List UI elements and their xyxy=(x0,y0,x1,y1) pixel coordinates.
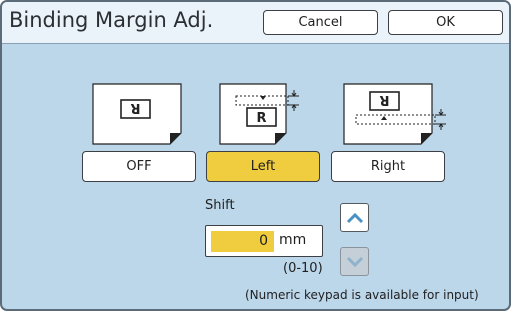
cancel-label: Cancel xyxy=(298,15,343,30)
mode-left-label: Left xyxy=(250,159,276,174)
shift-unit: mm xyxy=(279,232,307,248)
mode-right-label: Right xyxy=(370,159,406,174)
ok-button[interactable]: OK xyxy=(388,10,503,35)
shift-label: Shift xyxy=(205,198,235,213)
chevron-down-icon xyxy=(346,256,363,267)
shift-input[interactable]: 0 mm xyxy=(205,225,323,257)
increase-button[interactable] xyxy=(340,203,369,232)
ok-label: OK xyxy=(436,15,455,30)
paper-off-icon: R xyxy=(92,83,183,145)
dialog-header: Binding Margin Adj. Cancel OK xyxy=(2,2,509,44)
mode-right-button[interactable]: Right xyxy=(331,151,445,182)
shift-range: (0-10) xyxy=(283,261,323,276)
shift-value-box: 0 xyxy=(211,231,274,252)
paper-glyph: R xyxy=(256,111,266,126)
paper-glyph: R xyxy=(379,92,389,107)
cancel-button[interactable]: Cancel xyxy=(263,10,378,35)
paper-glyph: R xyxy=(130,100,140,115)
mode-off-button[interactable]: OFF xyxy=(82,151,196,182)
dialog-title: Binding Margin Adj. xyxy=(9,8,214,32)
decrease-button[interactable] xyxy=(340,247,369,276)
right-edge xyxy=(511,0,516,314)
shift-value: 0 xyxy=(259,233,268,249)
mode-off-label: OFF xyxy=(126,159,152,174)
mode-left-button[interactable]: Left xyxy=(206,151,320,182)
numeric-keypad-note: (Numeric keypad is available for input) xyxy=(245,288,479,302)
paper-shift-left-icon: R xyxy=(219,83,301,145)
binding-margin-dialog: Binding Margin Adj. Cancel OK R R R OFF … xyxy=(0,0,511,311)
chevron-up-icon xyxy=(346,212,363,223)
paper-shift-right-icon: R xyxy=(343,83,449,145)
